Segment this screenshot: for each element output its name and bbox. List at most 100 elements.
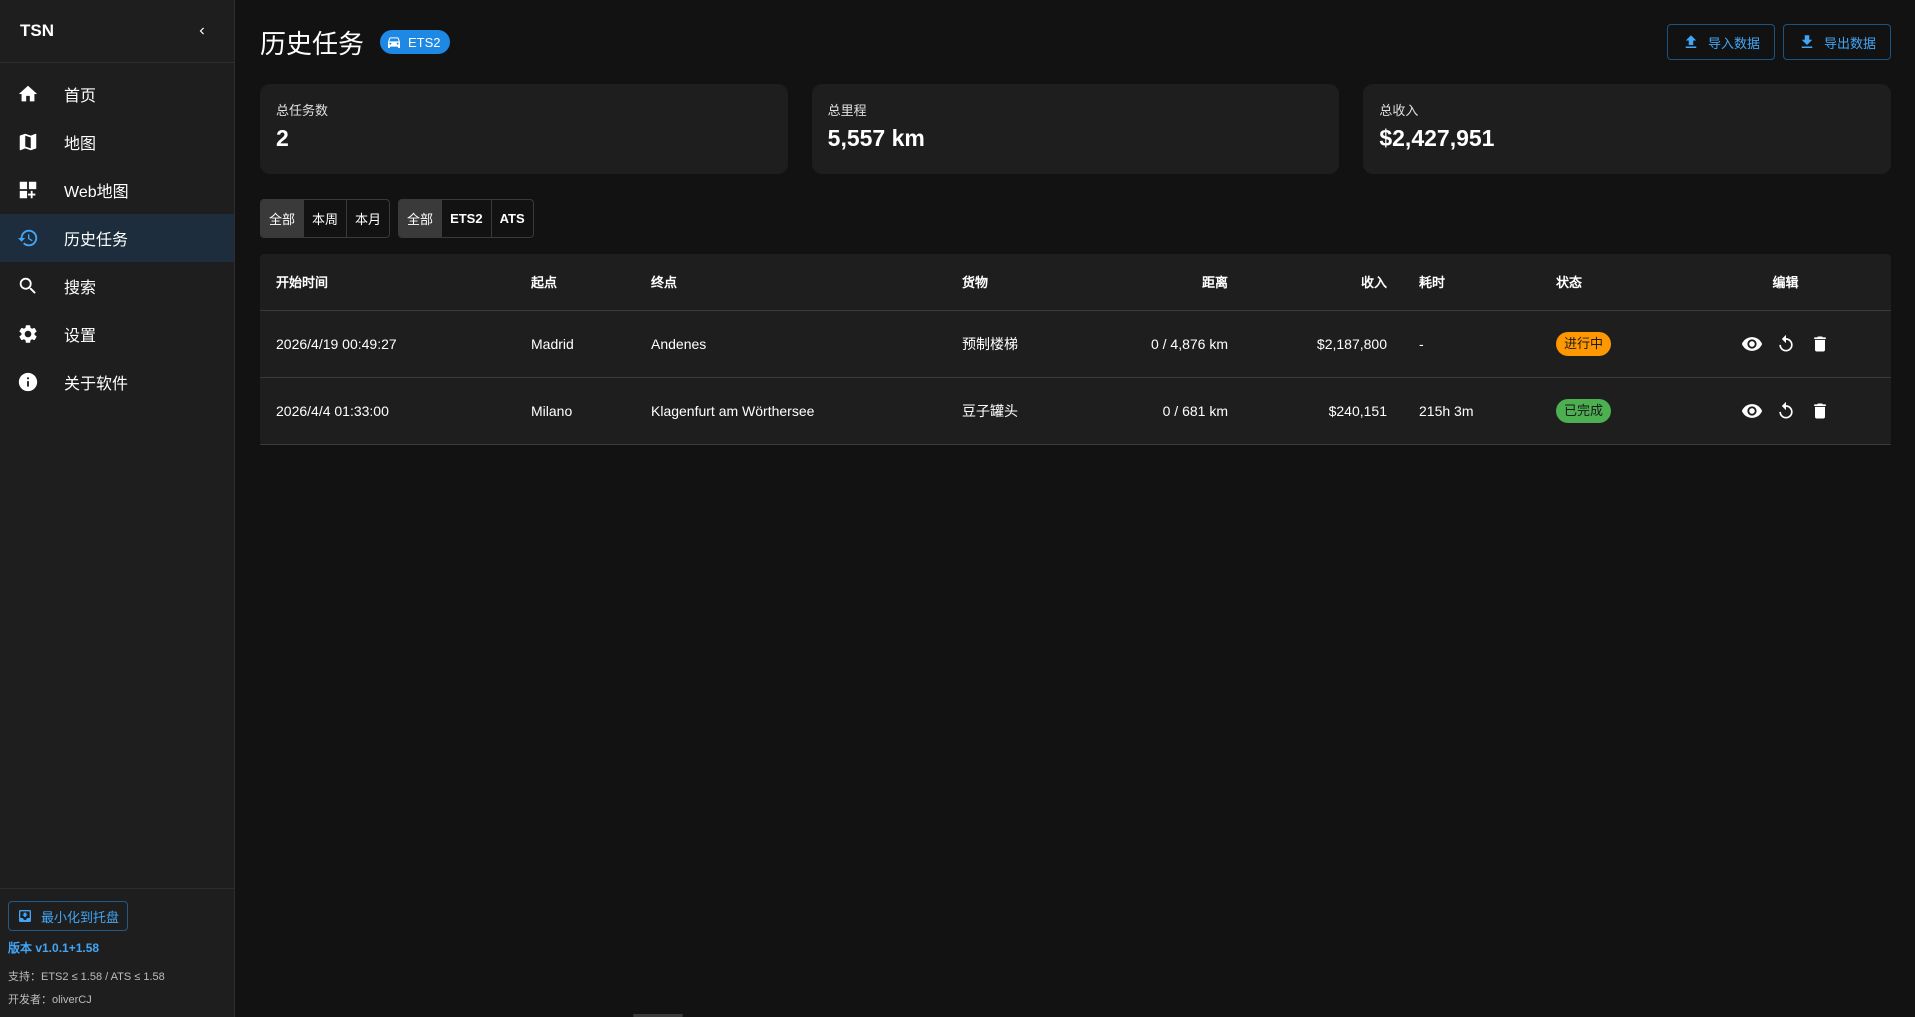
cell-duration: - — [1419, 335, 1424, 352]
sidebar-item-about[interactable]: 关于软件 — [0, 358, 234, 406]
info-icon — [16, 370, 40, 394]
game-chip: ETS2 — [380, 30, 450, 54]
cell-distance: 0 / 4,876 km — [1150, 335, 1228, 352]
time-filter-all[interactable]: 全部 — [261, 200, 305, 237]
search-icon — [16, 274, 40, 298]
cell-cargo: 豆子罐头 — [962, 402, 1018, 419]
col-destination[interactable]: 终点 — [635, 254, 946, 310]
stat-value: 2 — [276, 125, 289, 151]
sidebar-footer: 最小化到托盘 版本 v1.0.1+1.58 支持：ETS2 ≤ 1.58 / A… — [0, 888, 235, 1017]
time-filter-group: 全部 本周 本月 — [260, 199, 391, 238]
game-filter-ets2[interactable]: ETS2 — [442, 200, 492, 237]
eye-icon[interactable] — [1740, 332, 1764, 356]
table-row: 2026/4/4 01:33:00 Milano Klagenfurt am W… — [260, 377, 1891, 444]
cell-cargo: 预制楼梯 — [962, 335, 1018, 352]
cell-destination: Andenes — [651, 335, 707, 352]
time-filter-week[interactable]: 本周 — [304, 200, 348, 237]
col-status[interactable]: 状态 — [1540, 254, 1680, 310]
sidebar-item-map[interactable]: 地图 — [0, 118, 234, 166]
table-header-row: 开始时间 起点 终点 货物 距离 收入 耗时 状态 编辑 — [260, 254, 1891, 310]
restore-icon[interactable] — [1774, 332, 1798, 356]
export-label: 导出数据 — [1823, 35, 1876, 51]
game-filter-ats[interactable]: ATS — [492, 200, 533, 237]
import-label: 导入数据 — [1707, 35, 1760, 51]
restore-icon[interactable] — [1774, 399, 1798, 423]
col-income[interactable]: 收入 — [1244, 254, 1403, 310]
col-cargo[interactable]: 货物 — [946, 254, 1086, 310]
stat-card-total-distance: 总里程 5,557 km — [811, 84, 1340, 174]
cell-actions — [1680, 310, 1891, 377]
cell-status: 已完成 — [1540, 377, 1680, 444]
import-data-button[interactable]: 导入数据 — [1666, 24, 1775, 60]
sidebar-item-label: 地图 — [64, 136, 97, 153]
app-brand: TSN — [20, 21, 54, 40]
dashboard-add-icon — [16, 178, 40, 202]
game-filter-all[interactable]: 全部 — [399, 200, 443, 237]
cell-income: $2,187,800 — [1316, 335, 1387, 352]
col-edit: 编辑 — [1772, 275, 1799, 291]
tray-button-label: 最小化到托盘 — [41, 909, 120, 925]
cell-actions — [1680, 377, 1891, 444]
sidebar-item-settings[interactable]: 设置 — [0, 310, 234, 358]
sidebar-item-label: 首页 — [64, 88, 97, 105]
status-badge: 进行中 — [1556, 331, 1612, 356]
car-icon — [386, 34, 402, 50]
gear-icon — [16, 322, 40, 346]
game-chip-label: ETS2 — [408, 34, 441, 50]
sidebar-item-label: 搜索 — [64, 280, 97, 297]
version-text: 版本 v1.0.1+1.58 — [8, 941, 100, 955]
stat-label: 总里程 — [827, 103, 867, 118]
sidebar-item-label: 历史任务 — [64, 232, 129, 249]
col-duration[interactable]: 耗时 — [1403, 254, 1540, 310]
sidebar-item-home[interactable]: 首页 — [0, 70, 234, 118]
sidebar-item-label: 设置 — [64, 328, 97, 345]
map-icon — [16, 130, 40, 154]
main-content: 历史任务 ETS2 导入数据 导出数据 总任务数 2 总里程 5,557 km … — [236, 0, 1915, 1017]
download-icon — [1798, 33, 1816, 51]
sidebar-item-history[interactable]: 历史任务 — [0, 214, 234, 262]
sidebar-item-web-map[interactable]: Web地图 — [0, 166, 234, 214]
stat-label: 总收入 — [1379, 103, 1419, 118]
cell-distance: 0 / 681 km — [1162, 402, 1228, 419]
table-row: 2026/4/19 00:49:27 Madrid Andenes 预制楼梯 0… — [260, 310, 1891, 377]
page-header: 历史任务 ETS2 导入数据 导出数据 — [260, 22, 1891, 62]
export-data-button[interactable]: 导出数据 — [1782, 24, 1891, 60]
cell-duration: 215h 3m — [1419, 402, 1474, 419]
stat-label: 总任务数 — [276, 103, 329, 118]
cell-destination: Klagenfurt am Wörthersee — [651, 402, 815, 419]
cell-start: 2026/4/19 00:49:27 — [276, 335, 397, 352]
eye-icon[interactable] — [1740, 399, 1764, 423]
cell-income: $240,151 — [1328, 402, 1387, 419]
stats-row: 总任务数 2 总里程 5,557 km 总收入 $2,427,951 — [260, 84, 1892, 174]
stat-value: 5,557 km — [827, 125, 925, 151]
history-icon — [16, 226, 40, 250]
trash-icon[interactable] — [1808, 332, 1832, 356]
col-distance[interactable]: 距离 — [1086, 254, 1244, 310]
cell-origin: Madrid — [531, 335, 574, 352]
sidebar: TSN 首页 地图 Web地图 历史任务 搜索 设置 关于软件 最小化到托盘 版… — [0, 0, 235, 1017]
trash-icon[interactable] — [1808, 399, 1832, 423]
developer-text: 开发者：oliverCJ — [8, 994, 92, 1006]
chevron-left-icon[interactable] — [190, 19, 214, 43]
upload-icon — [1682, 33, 1700, 51]
page-title: 历史任务 — [260, 28, 365, 59]
cell-start: 2026/4/4 01:33:00 — [276, 402, 389, 419]
home-icon — [16, 82, 40, 106]
sidebar-item-label: Web地图 — [64, 184, 129, 201]
cell-status: 进行中 — [1540, 310, 1680, 377]
cell-origin: Milano — [531, 402, 573, 419]
minimize-to-tray-button[interactable]: 最小化到托盘 — [8, 901, 129, 931]
header-actions: 导入数据 导出数据 — [1666, 24, 1891, 60]
sidebar-item-label: 关于软件 — [64, 376, 129, 393]
status-badge: 已完成 — [1556, 398, 1612, 423]
jobs-table: 开始时间 起点 终点 货物 距离 收入 耗时 状态 编辑 2026/4/19 0… — [260, 254, 1891, 445]
sidebar-header: TSN — [0, 0, 234, 63]
game-filter-group: 全部 ETS2 ATS — [398, 199, 534, 238]
stat-card-total-income: 总收入 $2,427,951 — [1363, 84, 1892, 174]
sidebar-item-search[interactable]: 搜索 — [0, 262, 234, 310]
time-filter-month[interactable]: 本月 — [347, 200, 389, 237]
col-origin[interactable]: 起点 — [515, 254, 635, 310]
col-start-time[interactable]: 开始时间 — [260, 254, 515, 310]
filter-bar: 全部 本周 本月 全部 ETS2 ATS — [260, 199, 534, 238]
stat-value: $2,427,951 — [1379, 125, 1495, 151]
